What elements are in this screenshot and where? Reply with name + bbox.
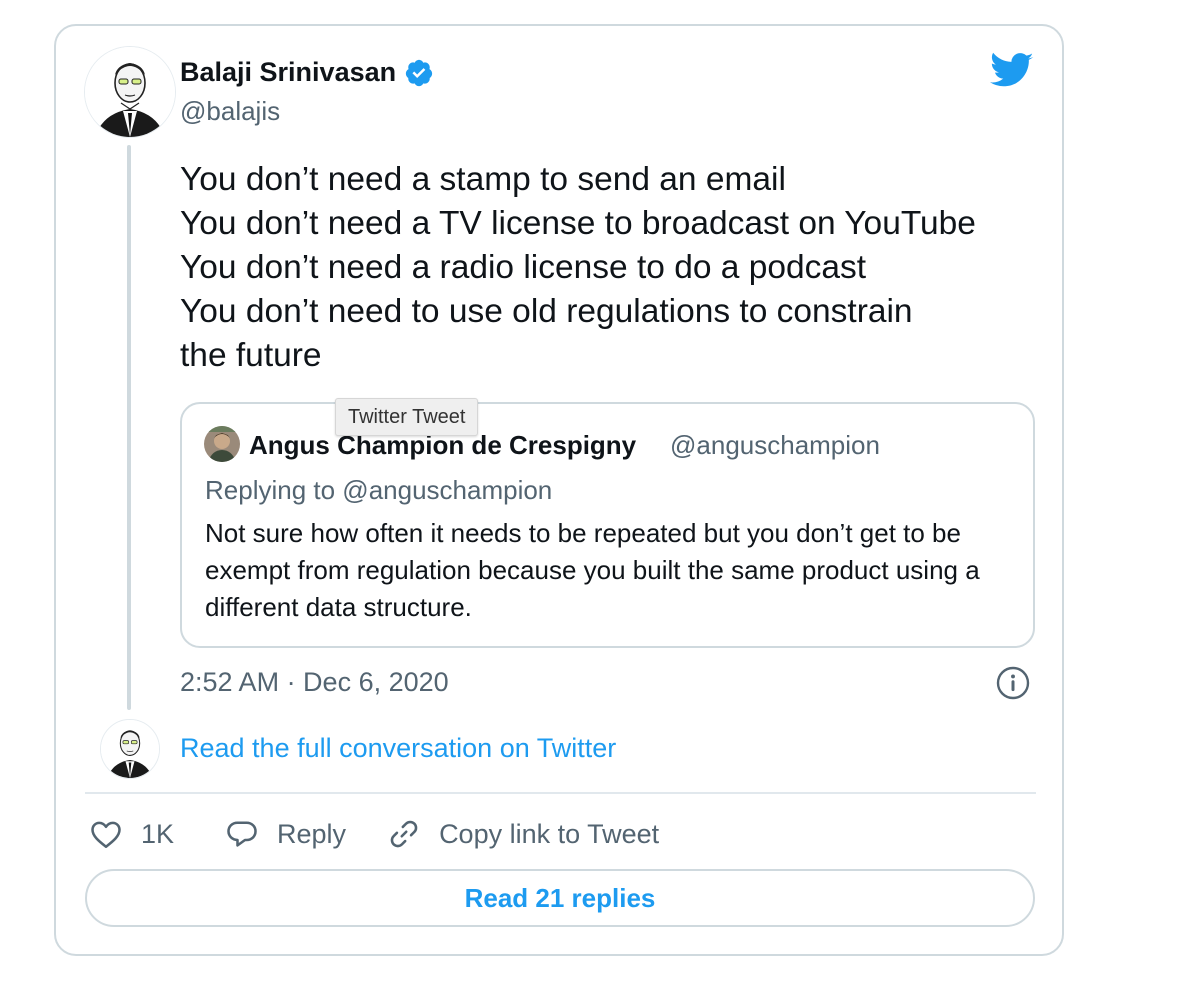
author-name[interactable]: Balaji Srinivasan xyxy=(180,57,434,88)
like-button[interactable]: 1K xyxy=(88,816,174,852)
quoted-replying-to: Replying to @anguschampion xyxy=(205,475,553,505)
speech-bubble-icon xyxy=(227,821,257,847)
author-name-text: Balaji Srinivasan xyxy=(180,57,397,87)
author-avatar[interactable] xyxy=(84,46,176,138)
tweet-timestamp[interactable]: 2:52 AM · Dec 6, 2020 xyxy=(180,667,449,698)
quoted-author-avatar[interactable] xyxy=(204,426,240,462)
tweet-text-line: You don’t need a stamp to send an email xyxy=(180,161,786,198)
thread-line xyxy=(127,145,131,710)
copy-link-button[interactable]: Copy link to Tweet xyxy=(386,816,659,852)
avatar-illustration-icon xyxy=(85,47,175,137)
link-icon xyxy=(390,820,418,848)
quoted-author-handle[interactable]: @anguschampion xyxy=(670,430,880,461)
action-bar: 1K Reply Copy link to Tweet xyxy=(88,812,659,856)
like-count: 1K xyxy=(141,818,175,849)
read-replies-button[interactable]: Read 21 replies xyxy=(85,869,1035,927)
reply-button[interactable]: Reply xyxy=(224,816,346,852)
tooltip: Twitter Tweet xyxy=(335,398,479,436)
divider xyxy=(85,792,1036,794)
conversation-avatar[interactable] xyxy=(100,719,160,779)
heart-icon xyxy=(91,821,121,849)
avatar-illustration-icon xyxy=(101,720,159,778)
tweet-text-line: You don’t need to use old regulations to… xyxy=(180,293,913,330)
twitter-bird-icon[interactable] xyxy=(990,52,1034,90)
quoted-avatar-icon xyxy=(204,426,240,462)
verified-badge-icon xyxy=(405,59,433,86)
info-icon[interactable] xyxy=(995,665,1031,701)
reply-label: Reply xyxy=(277,818,347,849)
tweet-text-line: You don’t need a TV license to broadcast… xyxy=(180,205,976,242)
author-handle[interactable]: @balajis xyxy=(180,96,280,127)
tweet-text-line: You don’t need a radio license to do a p… xyxy=(180,249,867,286)
quoted-tweet-text: Not sure how often it needs to be repeat… xyxy=(205,518,980,622)
copy-link-label: Copy link to Tweet xyxy=(439,818,660,849)
tweet-text: You don’t need a stamp to send an email … xyxy=(180,158,1050,378)
tweet-text-line: the future xyxy=(180,337,322,374)
read-full-conversation-link[interactable]: Read the full conversation on Twitter xyxy=(180,733,616,764)
